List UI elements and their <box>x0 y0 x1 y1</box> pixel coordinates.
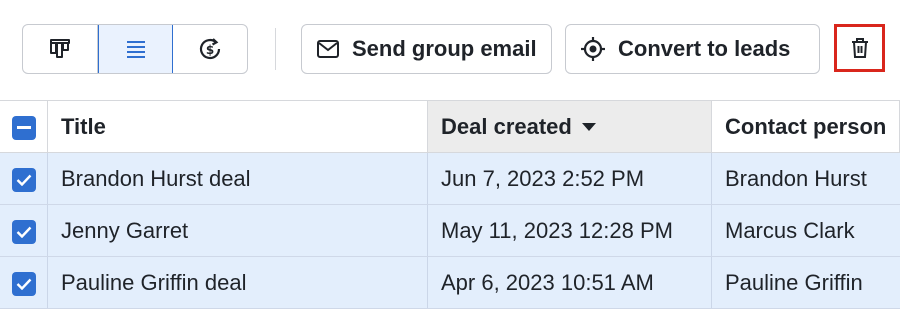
pipeline-view-button[interactable] <box>23 25 98 73</box>
deal-created: May 11, 2023 12:28 PM <box>428 205 712 256</box>
trash-icon <box>851 38 868 58</box>
row-checkbox[interactable] <box>11 219 36 244</box>
select-all-cell <box>0 101 48 152</box>
sort-descending-icon <box>581 122 596 131</box>
table-header: Title Deal created Contact person <box>0 101 900 153</box>
deal-title[interactable]: Jenny Garret <box>48 205 428 256</box>
list-view-button[interactable] <box>97 25 174 73</box>
contact-person[interactable]: Pauline Griffin <box>712 257 900 308</box>
column-header-deal-created[interactable]: Deal created <box>428 101 712 152</box>
deals-table: Title Deal created Contact person Brando… <box>0 100 900 309</box>
send-group-email-label: Send group email <box>352 36 537 61</box>
checkmark-icon <box>16 278 31 290</box>
pipeline-columns-icon <box>49 39 70 58</box>
envelope-icon <box>317 40 339 58</box>
table-row[interactable]: Jenny Garret May 11, 2023 12:28 PM Marcu… <box>0 205 900 257</box>
list-lines-icon <box>126 41 145 58</box>
row-check-cell <box>0 257 48 308</box>
checkmark-icon <box>16 226 31 238</box>
contact-person[interactable]: Marcus Clark <box>712 205 900 256</box>
table-row[interactable]: Pauline Griffin deal Apr 6, 2023 10:51 A… <box>0 257 900 309</box>
row-checkbox[interactable] <box>11 167 36 192</box>
convert-to-leads-button[interactable]: Convert to leads <box>565 24 820 74</box>
deal-title[interactable]: Pauline Griffin deal <box>48 257 428 308</box>
forecast-view-button[interactable]: $ <box>173 25 247 73</box>
row-check-cell <box>0 153 48 204</box>
column-header-title[interactable]: Title <box>48 101 428 152</box>
deal-title[interactable]: Brandon Hurst deal <box>48 153 428 204</box>
send-group-email-button[interactable]: Send group email <box>301 24 552 74</box>
minus-icon <box>16 125 31 129</box>
select-all-checkbox[interactable] <box>11 115 36 140</box>
svg-text:$: $ <box>206 43 214 57</box>
checkmark-icon <box>16 174 31 186</box>
column-header-deal-created-label: Deal created <box>441 113 572 139</box>
view-switcher: $ <box>22 24 248 74</box>
column-header-contact-person[interactable]: Contact person <box>712 101 900 152</box>
convert-to-leads-label: Convert to leads <box>618 36 791 61</box>
toolbar: $ Send group email Convert to leads <box>0 0 900 100</box>
deal-created: Apr 6, 2023 10:51 AM <box>428 257 712 308</box>
delete-button[interactable] <box>834 24 885 72</box>
table-row[interactable]: Brandon Hurst deal Jun 7, 2023 2:52 PM B… <box>0 153 900 205</box>
deal-created: Jun 7, 2023 2:52 PM <box>428 153 712 204</box>
forecast-dollar-icon: $ <box>200 38 221 60</box>
contact-person[interactable]: Brandon Hurst <box>712 153 900 204</box>
row-check-cell <box>0 205 48 256</box>
toolbar-divider <box>275 28 276 70</box>
row-checkbox[interactable] <box>11 271 36 296</box>
target-icon <box>581 37 605 61</box>
